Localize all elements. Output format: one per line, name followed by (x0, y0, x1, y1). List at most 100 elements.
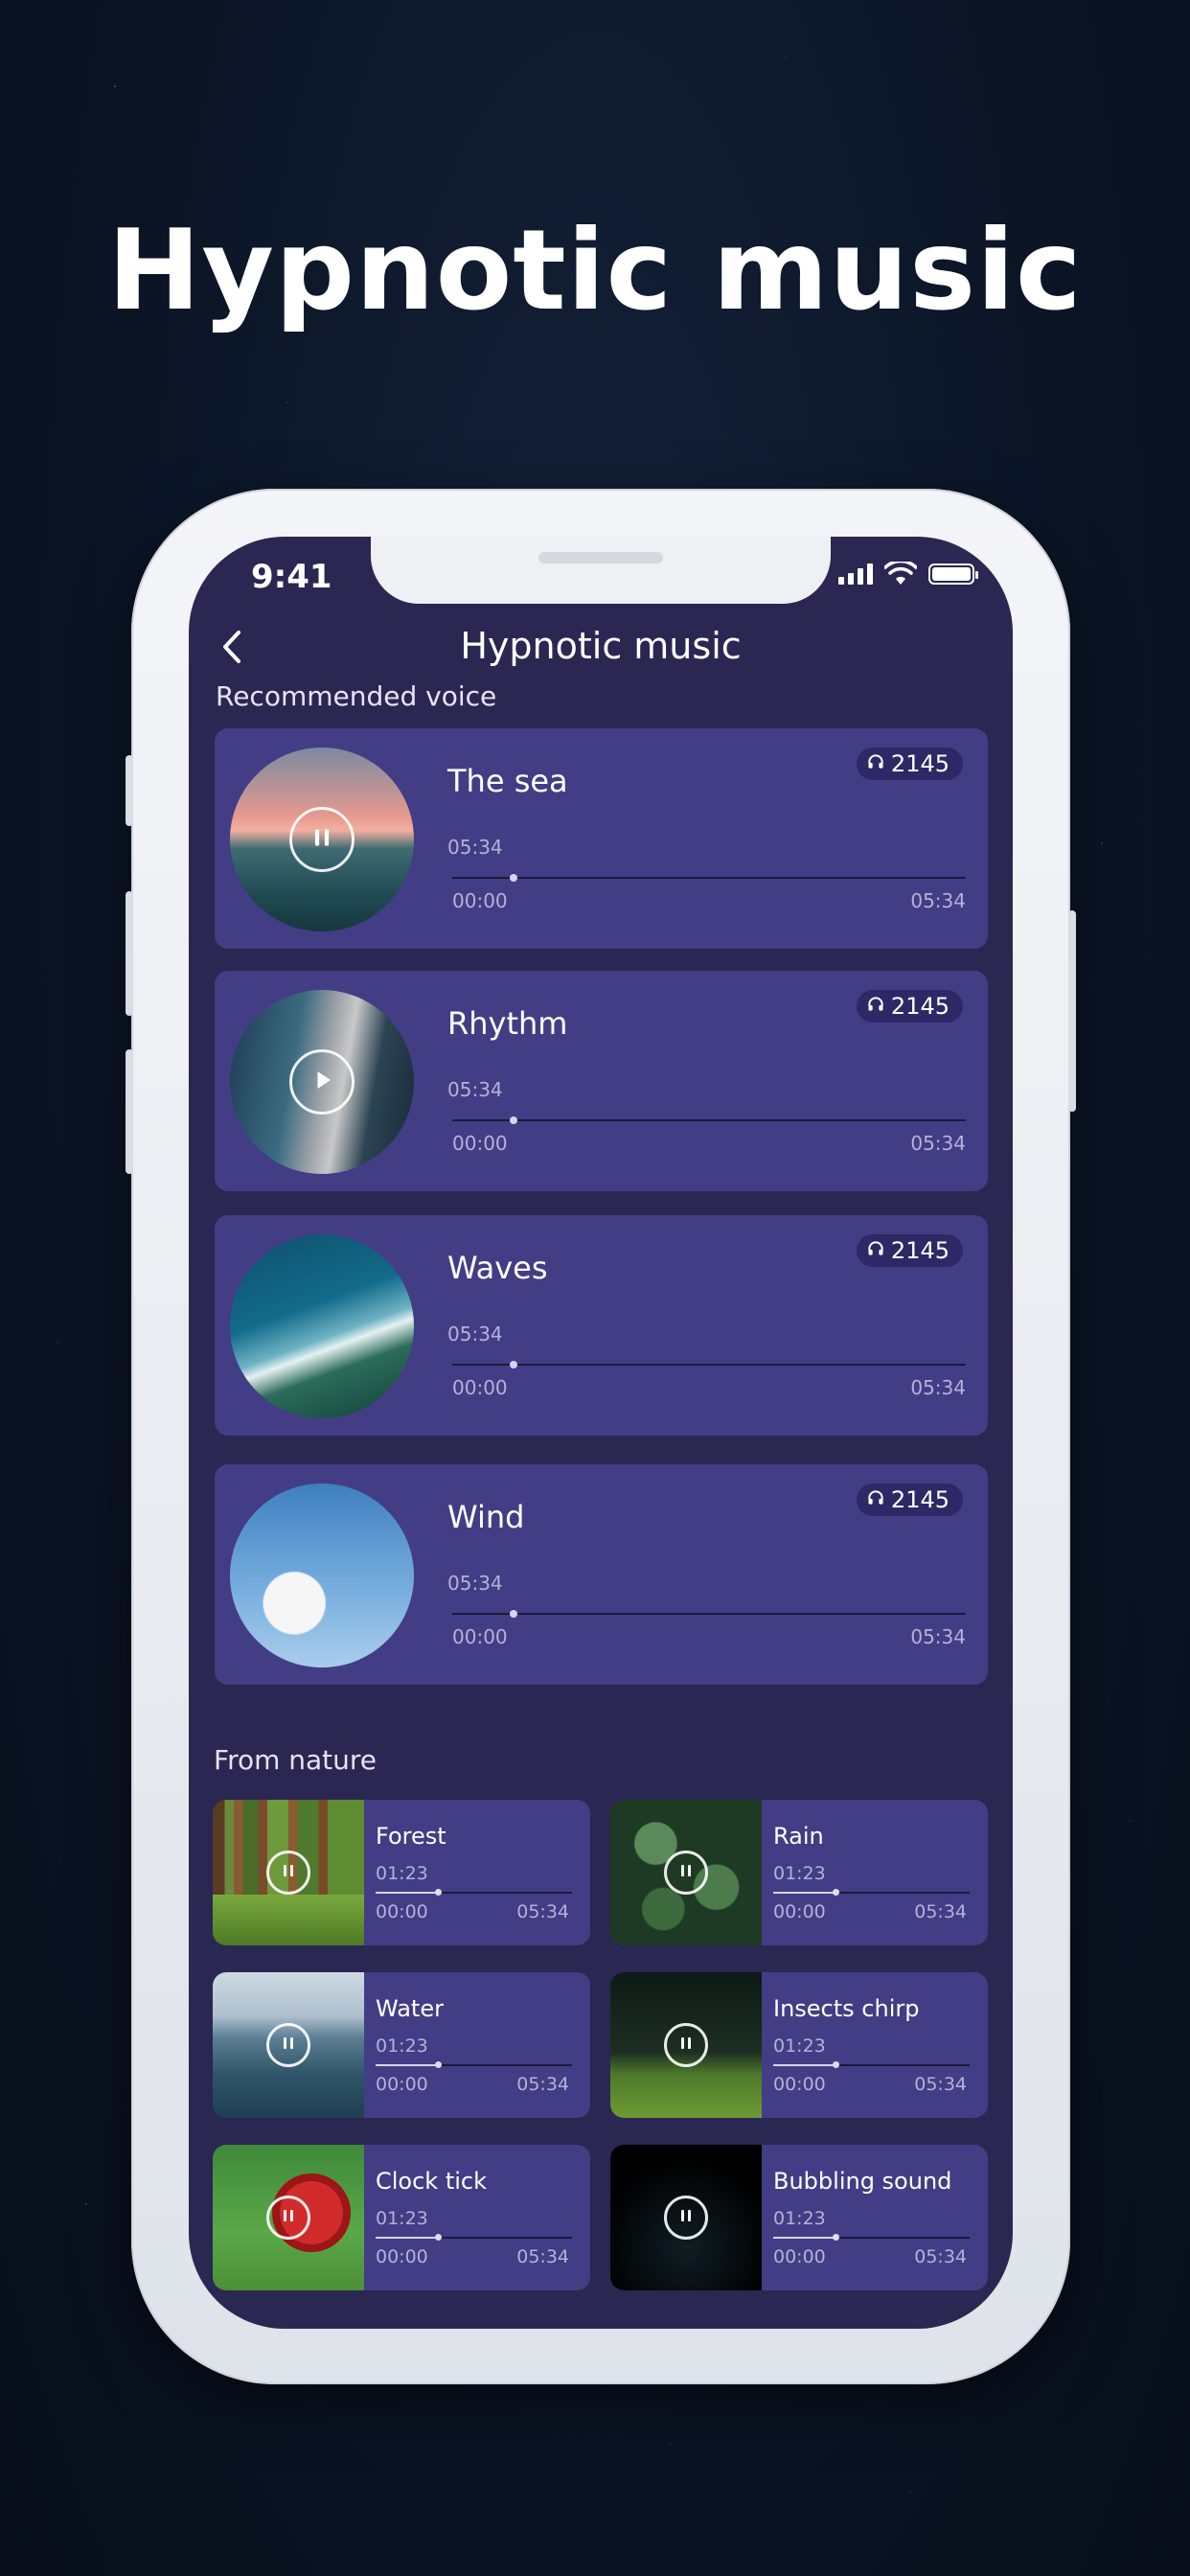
elapsed-time: 00:00 (773, 2246, 826, 2267)
progress-knob[interactable] (435, 2234, 442, 2241)
recommended-card[interactable]: The sea 05:34 00:00 05:34 2145 (215, 728, 988, 949)
sound-title: Bubbling sound (773, 2168, 952, 2195)
progress-slider[interactable] (773, 1889, 970, 1896)
elapsed-time: 00:00 (376, 1901, 428, 1922)
progress-slider[interactable] (452, 1361, 966, 1368)
sound-artwork[interactable] (213, 1972, 364, 2118)
elapsed-time: 00:00 (452, 1132, 508, 1155)
elapsed-time: 00:00 (452, 1376, 508, 1399)
total-time: 05:34 (516, 2074, 569, 2095)
headphones-icon (866, 1486, 885, 1513)
pause-button[interactable] (664, 1851, 708, 1895)
speaker-grille (538, 552, 663, 564)
recommended-card[interactable]: Rhythm 05:34 00:00 05:34 2145 (215, 971, 988, 1191)
total-time: 05:34 (914, 2074, 967, 2095)
sound-duration: 01:23 (376, 2208, 428, 2229)
sound-artwork[interactable] (610, 1972, 762, 2118)
progress-slider[interactable] (452, 874, 966, 882)
nature-card[interactable]: Insects chirp 01:23 00:00 05:34 (610, 1972, 988, 2118)
phone-frame: 9:41 Hypnotic music Recommended voice Th… (126, 489, 1076, 2384)
app-screen: 9:41 Hypnotic music Recommended voice Th… (189, 537, 1013, 2329)
progress-knob[interactable] (435, 2061, 442, 2068)
track-duration: 05:34 (447, 1078, 503, 1101)
progress-knob[interactable] (833, 2234, 839, 2241)
pause-icon (675, 2032, 698, 2058)
nature-card[interactable]: Water 01:23 00:00 05:34 (213, 1972, 590, 2118)
progress-knob[interactable] (435, 1889, 442, 1896)
progress-knob[interactable] (510, 1116, 517, 1124)
sound-duration: 01:23 (376, 2036, 428, 2057)
pause-button[interactable] (664, 2196, 708, 2240)
power-button (1068, 910, 1076, 1112)
sound-duration: 01:23 (376, 1863, 428, 1884)
progress-slider[interactable] (452, 1610, 966, 1618)
recommended-card[interactable]: Wind 05:34 00:00 05:34 2145 (215, 1464, 988, 1685)
sound-title: Insects chirp (773, 1995, 920, 2022)
sound-title: Clock tick (376, 2168, 488, 2195)
progress-fill (376, 2064, 437, 2066)
pause-button[interactable] (266, 2023, 310, 2067)
pause-icon (306, 821, 338, 858)
total-time: 05:34 (914, 2246, 967, 2267)
progress-slider[interactable] (376, 2061, 572, 2068)
progress-knob[interactable] (510, 874, 517, 882)
sound-duration: 01:23 (773, 1863, 826, 1884)
headphones-icon (866, 750, 885, 777)
sound-artwork[interactable] (610, 2145, 762, 2290)
progress-knob[interactable] (833, 1889, 839, 1896)
mute-switch (126, 755, 133, 826)
progress-slider[interactable] (773, 2234, 970, 2241)
track-artwork[interactable] (230, 748, 414, 932)
total-time: 05:34 (910, 1376, 966, 1399)
track-title: The sea (447, 763, 568, 799)
sound-duration: 01:23 (773, 2036, 826, 2057)
progress-slider[interactable] (376, 2234, 572, 2241)
progress-knob[interactable] (510, 1361, 517, 1368)
sound-duration: 01:23 (773, 2208, 826, 2229)
progress-knob[interactable] (510, 1610, 517, 1618)
nav-bar: Hypnotic music (189, 611, 1013, 688)
pause-button[interactable] (289, 807, 355, 872)
pause-icon (675, 2204, 698, 2231)
elapsed-time: 00:00 (376, 2246, 428, 2267)
progress-slider[interactable] (773, 2061, 970, 2068)
track-title: Rhythm (447, 1005, 568, 1042)
track-duration: 05:34 (447, 1322, 503, 1346)
progress-fill (376, 2237, 437, 2239)
track-artwork[interactable] (230, 990, 414, 1174)
nature-card[interactable]: Rain 01:23 00:00 05:34 (610, 1800, 988, 1945)
section-title-nature: From nature (214, 1744, 378, 1776)
listen-count-badge: 2145 (856, 1234, 963, 1267)
total-time: 05:34 (516, 1901, 569, 1922)
wifi-icon (884, 562, 917, 585)
sound-artwork[interactable] (213, 1800, 364, 1945)
nature-card[interactable]: Bubbling sound 01:23 00:00 05:34 (610, 2145, 988, 2290)
track-artwork[interactable] (230, 1234, 414, 1418)
pause-button[interactable] (266, 1851, 310, 1895)
status-icons (838, 562, 978, 586)
track-duration: 05:34 (447, 836, 503, 859)
progress-knob[interactable] (833, 2061, 839, 2068)
sound-title: Water (376, 1995, 444, 2022)
sound-artwork[interactable] (610, 1800, 762, 1945)
pause-button[interactable] (266, 2196, 310, 2240)
elapsed-time: 00:00 (452, 1625, 508, 1648)
elapsed-time: 00:00 (376, 2074, 428, 2095)
track-title: Wind (447, 1499, 525, 1535)
listen-count: 2145 (890, 1486, 950, 1513)
pause-button[interactable] (664, 2023, 708, 2067)
track-artwork[interactable] (230, 1484, 414, 1668)
progress-fill (773, 1892, 835, 1894)
headphones-icon (866, 1237, 885, 1264)
sound-artwork[interactable] (213, 2145, 364, 2290)
recommended-card[interactable]: Waves 05:34 00:00 05:34 2145 (215, 1215, 988, 1436)
nature-card[interactable]: Forest 01:23 00:00 05:34 (213, 1800, 590, 1945)
play-button[interactable] (289, 1049, 355, 1115)
sound-title: Forest (376, 1823, 446, 1850)
pause-icon (277, 1859, 300, 1886)
nature-card[interactable]: Clock tick 01:23 00:00 05:34 (213, 2145, 590, 2290)
progress-slider[interactable] (376, 1889, 572, 1896)
progress-slider[interactable] (452, 1116, 966, 1124)
battery-icon (928, 564, 978, 585)
listen-count: 2145 (890, 993, 950, 1020)
